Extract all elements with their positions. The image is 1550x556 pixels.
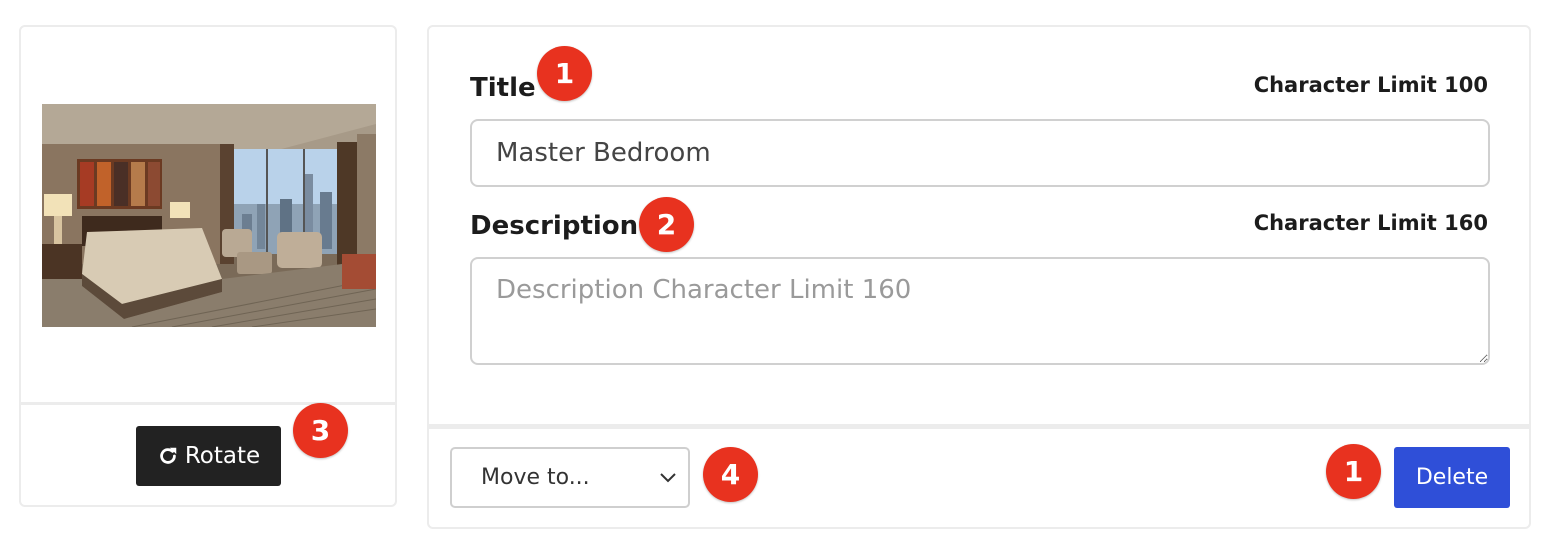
delete-button[interactable]: Delete <box>1394 447 1510 508</box>
room-photo <box>42 104 376 327</box>
title-character-limit: Character Limit 100 <box>1253 73 1488 97</box>
card-footer-divider <box>21 402 395 405</box>
title-label: Title <box>470 73 536 103</box>
rotate-icon <box>160 447 177 464</box>
description-character-limit: Character Limit 160 <box>1253 211 1488 235</box>
move-to-select-value: Move to... <box>481 465 590 490</box>
annotation-badge-move: 4 <box>703 447 758 502</box>
description-label: Description <box>470 211 639 241</box>
rotate-button-label: Rotate <box>184 443 261 469</box>
annotation-badge-rotate: 3 <box>293 403 348 458</box>
card-footer-divider <box>429 424 1529 429</box>
annotation-badge-title: 1 <box>537 46 592 101</box>
chevron-down-icon <box>648 472 688 484</box>
description-textarea[interactable] <box>470 257 1490 365</box>
title-input[interactable] <box>470 119 1490 187</box>
annotation-badge-description: 2 <box>639 197 694 252</box>
rotate-button[interactable]: Rotate <box>136 426 281 486</box>
move-to-select[interactable]: Move to... <box>450 447 690 508</box>
annotation-badge-delete: 1 <box>1326 444 1381 499</box>
